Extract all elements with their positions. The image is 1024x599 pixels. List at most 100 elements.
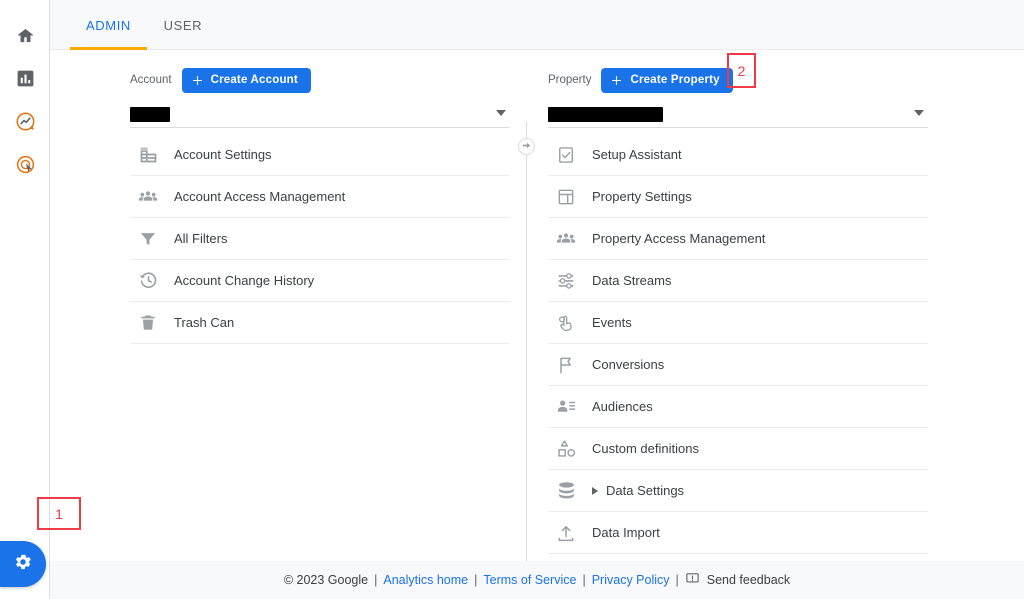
footer: © 2023 Google | Analytics home | Terms o… bbox=[50, 561, 1024, 599]
menu-item-label: Property Settings bbox=[592, 189, 692, 204]
menu-item-label: Data Settings bbox=[606, 483, 685, 498]
sidebar-item-home[interactable] bbox=[0, 14, 50, 57]
home-icon bbox=[15, 25, 36, 46]
menu-item-label: Data Streams bbox=[592, 273, 672, 288]
annotation-label: 2 bbox=[737, 62, 746, 79]
menu-item-label: Account Change History bbox=[174, 273, 315, 288]
menu-item-audiences[interactable]: Audiences bbox=[548, 386, 928, 428]
create-account-label: Create Account bbox=[210, 74, 298, 86]
property-selected-value bbox=[548, 107, 663, 122]
menu-item-label: Audiences bbox=[592, 399, 653, 414]
send-feedback-button[interactable]: Send feedback bbox=[685, 571, 790, 589]
chevron-down-icon bbox=[914, 110, 924, 116]
tab-list: ADMIN USER bbox=[70, 0, 219, 50]
account-header: Account Create Account bbox=[130, 64, 510, 96]
footer-separator: | bbox=[582, 573, 586, 587]
menu-item-trash-can[interactable]: Trash Can bbox=[130, 302, 510, 344]
create-property-label: Create Property bbox=[630, 74, 720, 86]
tab-user[interactable]: USER bbox=[147, 0, 219, 50]
menu-item-conversions[interactable]: Conversions bbox=[548, 344, 928, 386]
account-column: Account Create Account Account Settings … bbox=[130, 50, 510, 344]
menu-item-account-change-history[interactable]: Account Change History bbox=[130, 260, 510, 302]
tune-icon bbox=[554, 269, 578, 293]
footer-separator: | bbox=[675, 573, 679, 587]
people-icon bbox=[554, 227, 578, 251]
send-feedback-label: Send feedback bbox=[706, 573, 791, 587]
footer-link-terms[interactable]: Terms of Service bbox=[483, 573, 576, 587]
divider-collapse-button[interactable] bbox=[518, 138, 535, 155]
rail-icon-list bbox=[0, 14, 50, 186]
footer-copyright: © 2023 Google bbox=[283, 573, 369, 587]
tab-admin[interactable]: ADMIN bbox=[70, 0, 147, 50]
menu-item-label: Conversions bbox=[592, 357, 665, 372]
footer-separator: | bbox=[474, 573, 478, 587]
menu-item-label: Custom definitions bbox=[592, 441, 699, 456]
layout-icon bbox=[554, 185, 578, 209]
property-label: Property bbox=[548, 74, 592, 86]
property-column: Property Create Property Setup Assistant… bbox=[548, 50, 928, 554]
checklist-icon bbox=[554, 143, 578, 167]
plus-icon bbox=[610, 74, 623, 87]
menu-item-label: Property Access Management bbox=[592, 231, 766, 246]
account-selector[interactable] bbox=[130, 102, 510, 128]
audience-icon bbox=[554, 395, 578, 419]
menu-item-label: Trash Can bbox=[174, 315, 235, 330]
menu-item-account-access-management[interactable]: Account Access Management bbox=[130, 176, 510, 218]
account-selected-value bbox=[130, 107, 170, 122]
menu-item-data-streams[interactable]: Data Streams bbox=[548, 260, 928, 302]
account-menu: Account Settings Account Access Manageme… bbox=[130, 134, 510, 344]
gear-icon bbox=[13, 552, 33, 577]
chevron-down-icon bbox=[496, 110, 506, 116]
menu-item-setup-assistant[interactable]: Setup Assistant bbox=[548, 134, 928, 176]
sidebar-item-explore[interactable] bbox=[0, 100, 50, 143]
create-property-button[interactable]: Create Property bbox=[601, 67, 733, 93]
annotation-box-2: 2 bbox=[727, 53, 756, 88]
menu-item-all-filters[interactable]: All Filters bbox=[130, 218, 510, 260]
admin-gear-button[interactable] bbox=[0, 541, 46, 587]
sidebar-item-advertising[interactable] bbox=[0, 143, 50, 186]
plus-icon bbox=[191, 74, 204, 87]
arrow-right-icon bbox=[521, 138, 532, 156]
account-label: Account bbox=[130, 74, 172, 86]
property-selector[interactable] bbox=[548, 102, 928, 128]
explore-icon bbox=[15, 111, 36, 132]
menu-item-label: Account Settings bbox=[174, 147, 272, 162]
property-menu: Setup Assistant Property Settings Proper… bbox=[548, 134, 928, 554]
history-icon bbox=[136, 269, 160, 293]
database-icon bbox=[554, 479, 578, 503]
create-account-button[interactable]: Create Account bbox=[181, 67, 311, 93]
sidebar-item-reports[interactable] bbox=[0, 57, 50, 100]
admin-page: ADMIN USER Account Create Account Accoun… bbox=[0, 0, 1024, 599]
flag-icon bbox=[554, 353, 578, 377]
touch-icon bbox=[554, 311, 578, 335]
menu-item-events[interactable]: Events bbox=[548, 302, 928, 344]
menu-item-data-import[interactable]: Data Import bbox=[548, 512, 928, 554]
menu-item-label: Data Import bbox=[592, 525, 660, 540]
annotation-box-1: 1 bbox=[37, 497, 81, 530]
tab-user-label: USER bbox=[163, 17, 203, 33]
people-icon bbox=[136, 185, 160, 209]
annotation-label: 1 bbox=[55, 505, 63, 522]
reports-icon bbox=[16, 69, 35, 88]
menu-item-custom-definitions[interactable]: Custom definitions bbox=[548, 428, 928, 470]
admin-content: Account Create Account Account Settings … bbox=[50, 50, 1024, 562]
footer-separator: | bbox=[374, 573, 378, 587]
feedback-icon bbox=[685, 571, 700, 589]
footer-link-privacy[interactable]: Privacy Policy bbox=[592, 573, 670, 587]
shapes-icon bbox=[554, 437, 578, 461]
menu-item-label: All Filters bbox=[174, 231, 228, 246]
footer-link-analytics-home[interactable]: Analytics home bbox=[383, 573, 468, 587]
menu-item-label: Events bbox=[592, 315, 632, 330]
menu-item-account-settings[interactable]: Account Settings bbox=[130, 134, 510, 176]
menu-item-label: Setup Assistant bbox=[592, 147, 682, 162]
expand-triangle-icon[interactable] bbox=[592, 486, 598, 495]
menu-item-property-access-management[interactable]: Property Access Management bbox=[548, 218, 928, 260]
tab-admin-label: ADMIN bbox=[86, 17, 131, 33]
tab-bar: ADMIN USER bbox=[50, 0, 1024, 50]
trash-icon bbox=[136, 311, 160, 335]
menu-item-property-settings[interactable]: Property Settings bbox=[548, 176, 928, 218]
filter-icon bbox=[136, 227, 160, 251]
menu-item-data-settings[interactable]: Data Settings bbox=[548, 470, 928, 512]
menu-item-label: Account Access Management bbox=[174, 189, 346, 204]
advertising-icon bbox=[15, 154, 36, 175]
